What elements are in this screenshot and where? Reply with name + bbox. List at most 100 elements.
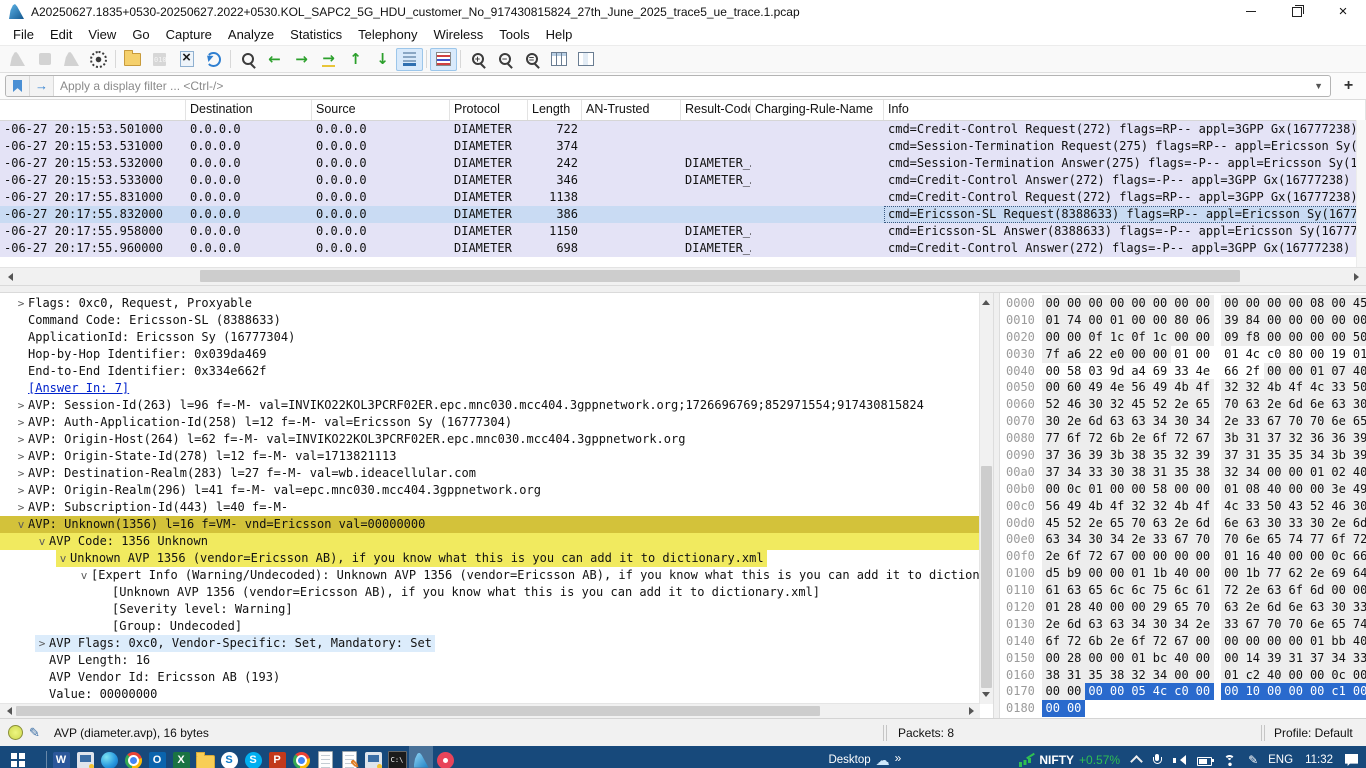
hex-byte[interactable]: 49 (1063, 498, 1084, 515)
hex-byte[interactable]: 67 (1171, 531, 1192, 548)
expert-info-icon[interactable] (8, 725, 23, 740)
go-last-button[interactable] (369, 48, 396, 71)
packet-row[interactable]: -06-27 20:15:53.5310000.0.0.00.0.0.0DIAM… (0, 138, 1366, 155)
hex-byte[interactable]: 6c (1106, 582, 1127, 599)
hex-byte[interactable]: 00 (1192, 683, 1213, 700)
column-header-destination[interactable]: Destination (186, 100, 312, 120)
wifi-icon[interactable] (1223, 755, 1237, 766)
hex-byte[interactable]: 00 (1149, 295, 1170, 312)
hex-byte[interactable]: 30 (1264, 515, 1285, 532)
hex-byte[interactable]: 65 (1171, 599, 1192, 616)
hex-byte[interactable]: 00 (1349, 312, 1366, 329)
action-center-icon[interactable] (1345, 754, 1358, 766)
capture-options-button[interactable] (85, 48, 112, 71)
hex-byte[interactable]: 1b (1242, 565, 1263, 582)
restore-button[interactable] (1274, 0, 1320, 23)
hex-byte[interactable]: 00 (1042, 295, 1063, 312)
taskbar-notepad-button[interactable] (313, 746, 337, 768)
hex-byte[interactable]: 01 (1221, 481, 1242, 498)
detail-row[interactable]: >AVP: Origin-State-Id(278) l=12 f=-M- va… (0, 448, 980, 465)
hex-byte[interactable]: 01 (1171, 346, 1192, 363)
hex-byte[interactable]: 62 (1285, 565, 1306, 582)
hex-byte[interactable]: 40 (1264, 667, 1285, 684)
hex-byte[interactable]: 00 (1128, 548, 1149, 565)
hex-byte[interactable]: 00 (1285, 312, 1306, 329)
speaker-icon[interactable] (1173, 754, 1186, 766)
detail-row[interactable]: vAVP: Unknown(1356) l=16 f=VM- vnd=Erics… (0, 516, 980, 533)
hex-byte[interactable]: 39 (1349, 447, 1366, 464)
hex-byte[interactable]: 65 (1264, 531, 1285, 548)
hex-byte[interactable]: 30 (1085, 531, 1106, 548)
hex-byte[interactable]: 52 (1149, 396, 1170, 413)
hex-byte[interactable]: 45 (1128, 396, 1149, 413)
hex-byte[interactable]: 2e (1328, 515, 1349, 532)
hex-byte[interactable]: 4b (1171, 379, 1192, 396)
hex-byte[interactable]: 67 (1106, 548, 1127, 565)
hex-byte[interactable]: 40 (1349, 464, 1366, 481)
hex-byte[interactable]: 00 (1306, 548, 1327, 565)
hex-row[interactable]: 01106163656c6c756c61722e636f6d000000 (1006, 582, 1366, 599)
hex-byte[interactable]: c2 (1242, 667, 1263, 684)
packet-row[interactable]: -06-27 20:17:55.8310000.0.0.00.0.0.0DIAM… (0, 189, 1366, 206)
hex-byte[interactable]: 08 (1242, 481, 1263, 498)
hex-byte[interactable]: 66 (1349, 548, 1366, 565)
column-header-an-trusted[interactable]: AN-Trusted (582, 100, 681, 120)
expander-open-icon[interactable]: v (56, 550, 70, 567)
hex-byte[interactable]: 67 (1192, 430, 1213, 447)
packet-row[interactable]: -06-27 20:17:55.9600000.0.0.00.0.0.0DIAM… (0, 240, 1366, 257)
hex-byte[interactable]: 77 (1264, 565, 1285, 582)
close-button[interactable]: × (1320, 0, 1366, 23)
hex-byte[interactable]: 32 (1285, 430, 1306, 447)
hex-byte[interactable]: 00 (1264, 363, 1285, 380)
hex-byte[interactable]: 50 (1349, 329, 1366, 346)
hex-byte[interactable]: 00 (1171, 295, 1192, 312)
hex-byte[interactable]: c1 (1328, 683, 1349, 700)
microphone-icon[interactable] (1152, 754, 1162, 767)
hex-byte[interactable]: 00 (1149, 312, 1170, 329)
taskbar-remote-desktop-button[interactable] (73, 746, 97, 768)
hex-byte[interactable]: 58 (1149, 481, 1170, 498)
detail-row[interactable]: >AVP: Destination-Realm(283) l=27 f=-M- … (0, 465, 980, 482)
hex-byte[interactable]: 39 (1264, 650, 1285, 667)
menu-edit[interactable]: Edit (42, 25, 80, 44)
hex-byte[interactable]: 00 (1149, 346, 1170, 363)
detail-row[interactable]: >AVP: Auth-Application-Id(258) l=12 f=-M… (0, 414, 980, 431)
hex-byte[interactable]: 00 (1042, 481, 1063, 498)
hex-byte[interactable]: 63 (1063, 582, 1084, 599)
hex-byte[interactable]: 00 (1285, 667, 1306, 684)
hex-byte[interactable]: 4b (1264, 379, 1285, 396)
details-vscrollbar[interactable] (979, 293, 993, 704)
detail-row[interactable]: v[Expert Info (Warning/Undecoded): Unkno… (0, 567, 980, 584)
hex-byte[interactable]: 00 (1242, 633, 1263, 650)
hex-byte[interactable]: 32 (1221, 379, 1242, 396)
hex-byte[interactable]: 00 (1085, 312, 1106, 329)
menu-analyze[interactable]: Analyze (220, 25, 282, 44)
hex-byte[interactable]: 50 (1349, 379, 1366, 396)
packet-row[interactable]: -06-27 20:17:55.9580000.0.0.00.0.0.0DIAM… (0, 223, 1366, 240)
hex-byte[interactable]: 45 (1349, 295, 1366, 312)
hex-byte[interactable]: 16 (1242, 548, 1263, 565)
hex-row[interactable]: 00903736393b3835323937313535343b3931 (1006, 447, 1366, 464)
reload-file-button[interactable] (200, 48, 227, 71)
go-forward-button[interactable] (288, 48, 315, 71)
go-back-button[interactable] (261, 48, 288, 71)
hex-byte[interactable]: b9 (1063, 565, 1084, 582)
expander-open-icon[interactable]: v (77, 567, 91, 584)
detail-row[interactable]: >AVP: Session-Id(263) l=96 f=-M- val=INV… (0, 397, 980, 414)
hex-byte[interactable]: 00 (1128, 295, 1149, 312)
hex-byte[interactable]: 70 (1285, 413, 1306, 430)
column-header-info[interactable]: Info (884, 100, 1366, 120)
hex-byte[interactable]: 63 (1149, 515, 1170, 532)
hex-byte[interactable]: 36 (1306, 430, 1327, 447)
detail-row[interactable]: End-to-End Identifier: 0x334e662f (0, 363, 980, 380)
taskbar-command-prompt-button[interactable] (385, 746, 409, 768)
hex-byte[interactable]: 3b (1221, 430, 1242, 447)
resize-columns-button[interactable] (545, 48, 572, 71)
hex-byte[interactable]: 2e (1242, 599, 1263, 616)
hex-byte[interactable]: 40 (1349, 363, 1366, 380)
hex-byte[interactable]: 63 (1042, 531, 1063, 548)
menu-view[interactable]: View (80, 25, 124, 44)
hex-byte[interactable]: 00 (1285, 464, 1306, 481)
packet-row[interactable]: -06-27 20:15:53.5320000.0.0.00.0.0.0DIAM… (0, 155, 1366, 172)
details-vscroll-thumb[interactable] (981, 466, 992, 688)
